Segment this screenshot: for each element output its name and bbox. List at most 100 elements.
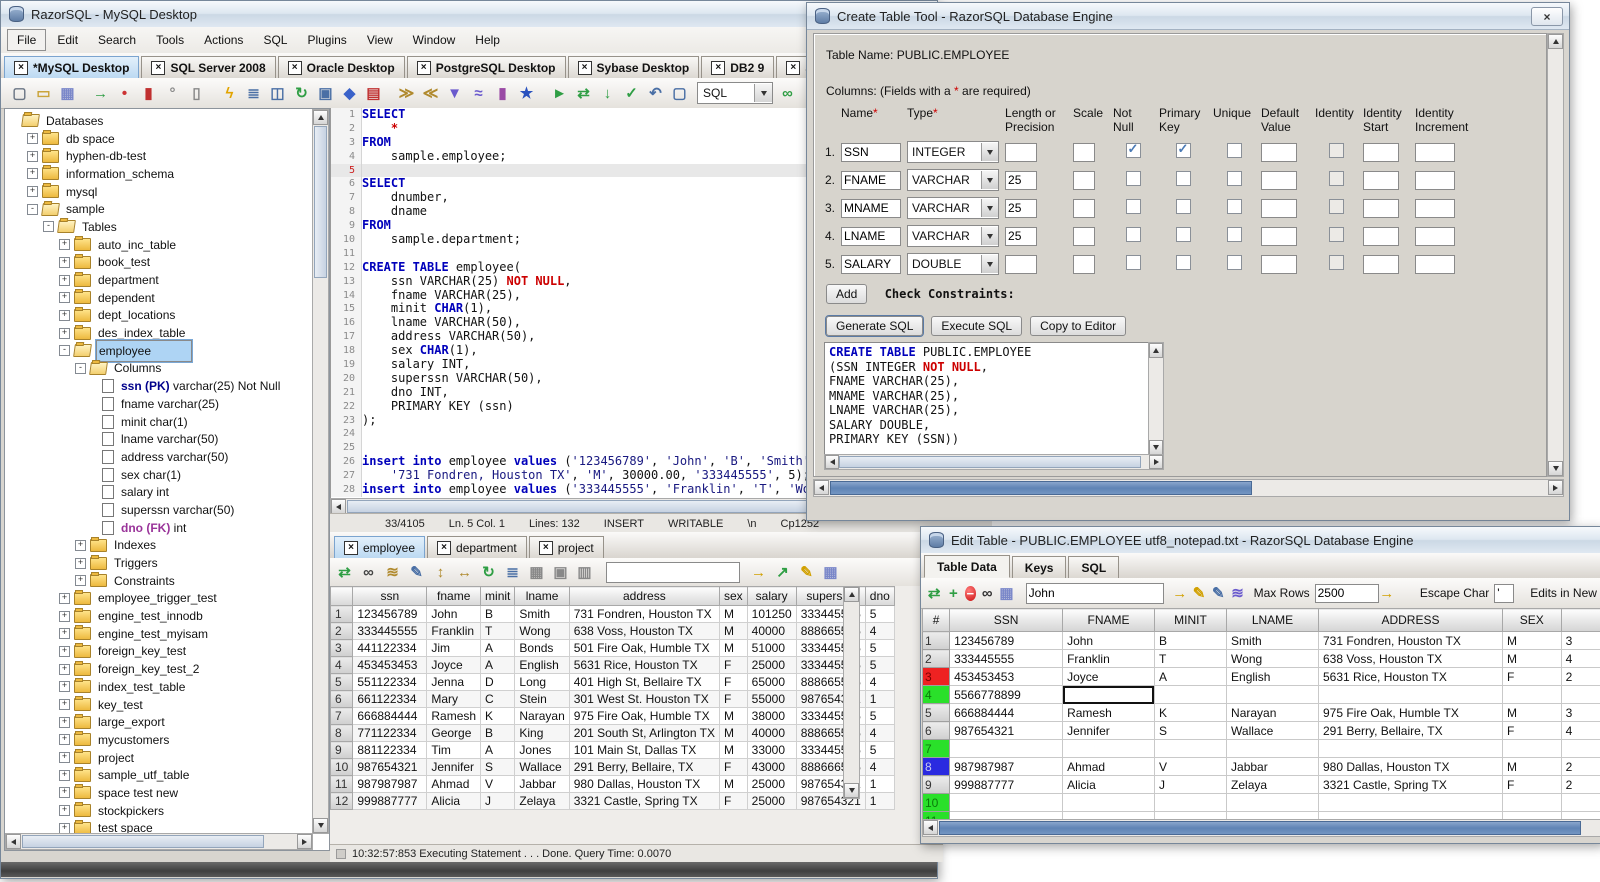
max-rows-input[interactable]: [1314, 583, 1379, 603]
column-type-select[interactable]: VARCHAR: [907, 197, 1000, 219]
execute-sql-icon[interactable]: ►: [549, 83, 570, 104]
key-columns-icon[interactable]: ↔: [454, 562, 475, 583]
menu-sql[interactable]: SQL: [254, 30, 296, 50]
scroll-left-icon[interactable]: [814, 480, 829, 495]
close-tab-icon[interactable]: ×: [344, 540, 358, 555]
results-cell[interactable]: Ahmad: [426, 775, 482, 793]
results-cell[interactable]: F: [718, 673, 748, 691]
results-cell[interactable]: B: [480, 605, 516, 623]
scale-field[interactable]: [1073, 226, 1096, 246]
results-cell[interactable]: A: [480, 656, 516, 674]
chevron-down-icon[interactable]: [981, 227, 999, 245]
close-tab-icon[interactable]: ×: [577, 60, 592, 75]
go-arrow-icon[interactable]: →: [748, 562, 769, 583]
tab-table-data[interactable]: Table Data: [924, 555, 1010, 578]
edit-cell[interactable]: [1062, 793, 1155, 812]
tree-horizontal-scrollbar[interactable]: [5, 833, 313, 850]
edit-cell[interactable]: 987654321: [949, 721, 1064, 740]
results-cell[interactable]: 5: [864, 605, 895, 623]
results-cell[interactable]: 55000: [746, 690, 797, 708]
edit-cell[interactable]: [949, 739, 1064, 758]
result-tab-employee[interactable]: × employee: [334, 536, 426, 558]
default-value-field[interactable]: [1261, 170, 1298, 190]
results-cell[interactable]: 5: [864, 639, 895, 657]
identity-checkbox[interactable]: [1328, 171, 1344, 186]
edit-cell[interactable]: J: [1153, 775, 1228, 794]
results-cell[interactable]: Alicia: [426, 792, 482, 810]
edit-cell[interactable]: [1501, 685, 1562, 704]
scale-field[interactable]: [1073, 254, 1096, 274]
collapse-icon[interactable]: -: [43, 221, 54, 233]
results-column-header-minit[interactable]: minit: [480, 586, 516, 606]
tree-item-sex-char-1[interactable]: sex char(1): [5, 466, 313, 484]
results-cell[interactable]: Wallace: [514, 758, 570, 776]
edit-cell[interactable]: [1153, 685, 1228, 704]
tree-item-dno-fk-int[interactable]: dno (FK) int: [5, 519, 313, 537]
results-cell[interactable]: 291 Berry, Bellaire, TX: [568, 758, 720, 776]
expand-icon[interactable]: +: [75, 539, 86, 551]
find-in-database-icon[interactable]: ◫: [267, 83, 288, 104]
partial-cell[interactable]: 3: [1560, 631, 1600, 650]
results-cell[interactable]: English: [514, 656, 570, 674]
results-column-header-address[interactable]: address: [568, 586, 720, 606]
results-cell[interactable]: 1: [864, 690, 895, 708]
tree-item-stockpickers[interactable]: + stockpickers: [5, 802, 313, 820]
results-cell[interactable]: John: [426, 605, 482, 623]
edit-cell[interactable]: A: [1153, 667, 1228, 686]
outdent-sql-icon[interactable]: ≪: [420, 83, 441, 104]
results-column-header-fname[interactable]: fname: [426, 586, 482, 606]
length-field[interactable]: [1005, 142, 1038, 162]
tree-item-index-test-table[interactable]: + index_test_table: [5, 678, 313, 696]
close-tab-icon[interactable]: ×: [786, 60, 801, 75]
primary-key-checkbox[interactable]: [1175, 141, 1191, 158]
tree-item-databases[interactable]: Databases: [5, 112, 313, 130]
identity-checkbox[interactable]: [1328, 255, 1344, 270]
results-cell[interactable]: M: [718, 724, 748, 742]
length-field[interactable]: [1005, 198, 1038, 218]
column-type-select[interactable]: VARCHAR: [907, 225, 1000, 247]
expand-icon[interactable]: +: [59, 239, 70, 251]
results-column-header-dno[interactable]: dno: [864, 586, 895, 606]
fetch-all-icon[interactable]: ↓: [597, 83, 618, 104]
save-edits-icon[interactable]: ▦: [998, 583, 1014, 604]
unique-checkbox[interactable]: [1226, 171, 1242, 186]
scale-field[interactable]: [1073, 170, 1096, 190]
edit-cell[interactable]: [1317, 793, 1503, 812]
collapse-icon[interactable]: -: [75, 362, 86, 374]
results-cell[interactable]: 6: [329, 690, 354, 708]
edit-cell[interactable]: 5631 Rice, Houston TX: [1317, 667, 1503, 686]
results-cell[interactable]: 1: [329, 605, 354, 623]
preview-hscroll-thumb[interactable]: [839, 456, 1141, 468]
results-cell[interactable]: 987654321: [352, 758, 428, 776]
scroll-down-icon[interactable]: [1149, 440, 1163, 455]
edit-cell[interactable]: T: [1153, 649, 1228, 668]
tree-item-triggers[interactable]: + Triggers: [5, 554, 313, 572]
results-cell[interactable]: 3321 Castle, Spring TX: [568, 792, 720, 810]
results-cell[interactable]: Jones: [514, 741, 570, 759]
row-number-cell[interactable]: 10: [921, 793, 951, 812]
connection-tab-postgresql-desktop[interactable]: × PostgreSQL Desktop: [406, 56, 566, 78]
scroll-up-icon[interactable]: [313, 110, 328, 125]
results-cell[interactable]: 401 High St, Bellaire TX: [568, 673, 720, 691]
edit-cell[interactable]: M: [1501, 757, 1562, 776]
tree-item-mycustomers[interactable]: + mycustomers: [5, 731, 313, 749]
edit-cell[interactable]: Jennifer: [1062, 721, 1155, 740]
scroll-down-icon[interactable]: [313, 818, 328, 833]
results-cell[interactable]: A: [480, 639, 516, 657]
sql-preview[interactable]: CREATE TABLE PUBLIC.EMPLOYEE (SSN INTEGER…: [824, 342, 1156, 458]
default-value-field[interactable]: [1261, 254, 1298, 274]
copy-table-icon[interactable]: ▣: [315, 83, 336, 104]
unique-checkbox[interactable]: [1226, 255, 1242, 270]
menu-tools[interactable]: Tools: [147, 30, 193, 50]
chevron-down-icon[interactable]: [981, 143, 999, 161]
tree-item-superssn-varchar-50[interactable]: superssn varchar(50): [5, 501, 313, 519]
primary-key-checkbox[interactable]: [1175, 171, 1191, 186]
tree-vertical-scrollbar[interactable]: [312, 109, 329, 834]
tree-item-information-schema[interactable]: + information_schema: [5, 165, 313, 183]
edit-hscroll-thumb[interactable]: [939, 821, 1581, 835]
edit-column-header-fname[interactable]: FNAME: [1062, 608, 1155, 632]
dialog-vertical-scrollbar[interactable]: [1547, 33, 1564, 477]
menu-plugins[interactable]: Plugins: [298, 30, 355, 50]
expand-icon[interactable]: +: [59, 309, 70, 321]
tree-item-ssn-pk-varchar-25-not-null[interactable]: ssn (PK) varchar(25) Not Null: [5, 377, 313, 395]
